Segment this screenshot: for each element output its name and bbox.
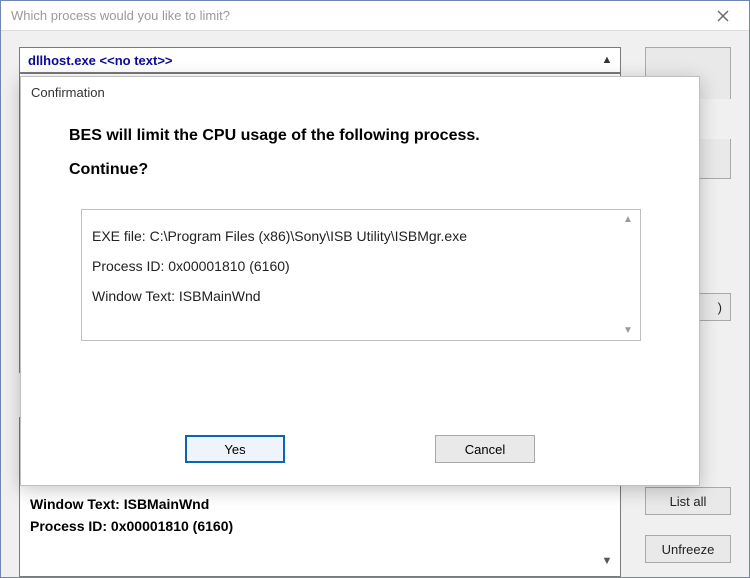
- dialog-headline: BES will limit the CPU usage of the foll…: [69, 127, 651, 145]
- detail-window-text: Window Text: ISBMainWnd: [30, 496, 610, 512]
- parent-window-title: Which process would you like to limit?: [11, 8, 703, 23]
- info-window-text: Window Text: ISBMainWnd: [92, 288, 612, 304]
- parent-titlebar: Which process would you like to limit?: [1, 1, 749, 31]
- yes-button[interactable]: Yes: [185, 435, 285, 463]
- yes-button-label: Yes: [224, 442, 245, 457]
- chevron-down-icon[interactable]: ▼: [623, 325, 633, 336]
- cancel-button-label: Cancel: [465, 442, 505, 457]
- info-exe-file: EXE file: C:\Program Files (x86)\Sony\IS…: [92, 228, 612, 244]
- chevron-up-icon[interactable]: ▲: [623, 214, 633, 225]
- dialog-button-row: Yes Cancel: [21, 423, 699, 485]
- chevron-down-icon[interactable]: ▼: [598, 552, 616, 570]
- unfreeze-button[interactable]: Unfreeze: [645, 535, 731, 563]
- info-scrollbar[interactable]: ▲ ▼: [618, 210, 638, 340]
- close-icon[interactable]: [703, 2, 743, 30]
- list-all-button[interactable]: List all: [645, 487, 731, 515]
- dialog-continue: Continue?: [69, 161, 651, 179]
- dialog-title: Confirmation: [31, 85, 105, 100]
- chevron-up-icon[interactable]: ▲: [598, 51, 616, 69]
- detail-process-id: Process ID: 0x00001810 (6160): [30, 518, 610, 534]
- dialog-titlebar: Confirmation: [21, 77, 699, 107]
- process-combo-value: dllhost.exe <<no text>>: [28, 53, 173, 68]
- cancel-button[interactable]: Cancel: [435, 435, 535, 463]
- info-process-id: Process ID: 0x00001810 (6160): [92, 258, 612, 274]
- dialog-body: BES will limit the CPU usage of the foll…: [21, 107, 699, 423]
- unfreeze-button-label: Unfreeze: [662, 542, 715, 557]
- list-all-button-label: List all: [670, 494, 707, 509]
- dialog-info-box: EXE file: C:\Program Files (x86)\Sony\IS…: [81, 209, 641, 341]
- confirmation-dialog: Confirmation BES will limit the CPU usag…: [20, 76, 700, 486]
- side-button-obscured-3-suffix: ): [718, 300, 722, 315]
- process-combo[interactable]: dllhost.exe <<no text>> ▲: [19, 47, 621, 73]
